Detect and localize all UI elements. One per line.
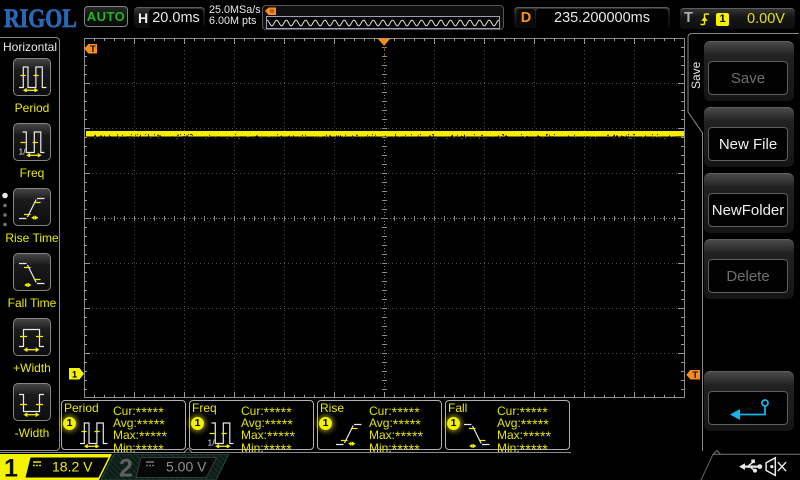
svg-text:T: T (692, 370, 698, 381)
svg-text:1: 1 (4, 455, 18, 480)
svg-text:1/: 1/ (208, 438, 216, 448)
svg-text:T: T (90, 44, 96, 55)
svg-text:1: 1 (72, 369, 78, 380)
svg-text:2: 2 (119, 455, 133, 480)
svg-text:5.00 V: 5.00 V (166, 459, 207, 475)
svg-text:1/: 1/ (19, 147, 27, 157)
svg-text:18.2 V: 18.2 V (52, 459, 93, 475)
